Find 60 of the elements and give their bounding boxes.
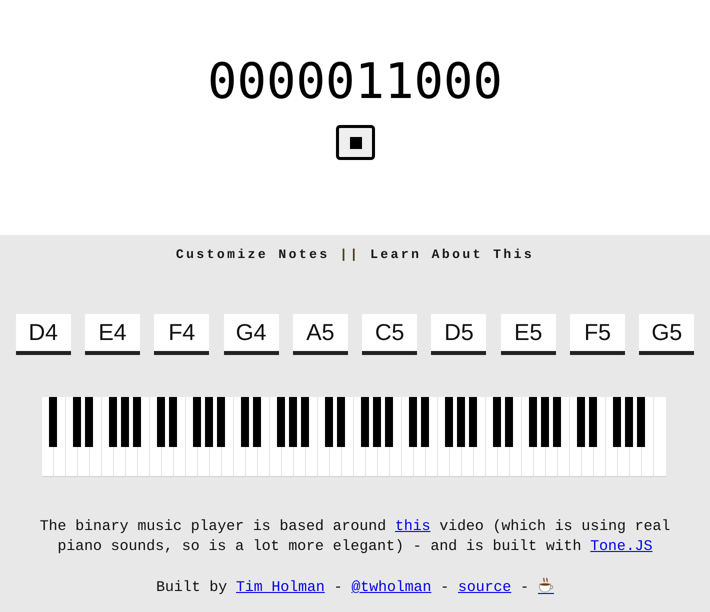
sharp-key <box>157 397 165 447</box>
sharp-key <box>493 397 501 447</box>
coffee-link[interactable] <box>538 577 554 594</box>
note-field[interactable]: F4 <box>154 314 210 355</box>
sharp-key <box>373 397 381 447</box>
sharp-key <box>361 397 369 447</box>
note-field[interactable]: A5 <box>292 314 348 355</box>
sharp-key <box>109 397 117 447</box>
sharp-key <box>301 397 309 447</box>
stop-button[interactable] <box>336 125 375 160</box>
inline-link[interactable]: Tim Holman <box>236 580 325 596</box>
sharp-key <box>421 397 429 447</box>
sharp-key <box>589 397 597 447</box>
sharp-key <box>613 397 621 447</box>
sharp-key <box>469 397 477 447</box>
sharp-key <box>625 397 633 447</box>
nav-separator: || <box>340 247 360 263</box>
coffee-cup-icon <box>538 577 554 593</box>
binary-display: 0000011000 <box>207 52 502 112</box>
inline-link[interactable]: Tone.JS <box>590 539 652 555</box>
sharp-key <box>577 397 585 447</box>
note-field[interactable]: F5 <box>570 314 626 355</box>
credits-text: Built by Tim Holman - @twholman - source - <box>156 577 554 598</box>
sharp-key <box>637 397 645 447</box>
sharp-key <box>169 397 177 447</box>
sharp-key <box>253 397 261 447</box>
inline-link[interactable]: this <box>394 519 430 535</box>
nav-link[interactable]: Learn About This <box>370 247 534 263</box>
note-field[interactable]: G4 <box>224 314 279 355</box>
sharp-key <box>337 397 345 447</box>
note-field[interactable]: E4 <box>84 314 140 355</box>
note-field[interactable]: C5 <box>362 314 418 355</box>
sharp-key <box>553 397 561 447</box>
sharp-key <box>277 397 285 447</box>
sharp-key <box>289 397 297 447</box>
sharp-key <box>445 397 453 447</box>
sharp-key <box>73 397 81 447</box>
sharp-key <box>409 397 417 447</box>
sharp-key <box>49 397 57 447</box>
sharp-key <box>325 397 333 447</box>
sharp-key <box>205 397 213 447</box>
sharp-key <box>385 397 393 447</box>
sharp-key <box>529 397 537 447</box>
sharp-key <box>217 397 225 447</box>
sharp-key <box>193 397 201 447</box>
sharp-key <box>457 397 465 447</box>
sharp-key <box>505 397 513 447</box>
sharp-key <box>85 397 93 447</box>
inline-link[interactable]: source <box>458 580 512 596</box>
note-field[interactable]: E5 <box>500 314 556 355</box>
inline-link[interactable]: @twholman <box>351 580 432 596</box>
about-text: The binary music player is based around this video (which is using real piano sounds, so is a lot more elegant) - and is built with Tone.JS <box>38 518 672 557</box>
sharp-key <box>133 397 141 447</box>
sharp-key <box>121 397 129 447</box>
sharp-key <box>541 397 549 447</box>
note-field[interactable]: D4 <box>16 314 71 355</box>
nav-link[interactable]: Customize Notes <box>176 247 330 263</box>
sharp-key <box>241 397 249 447</box>
note-field[interactable]: G5 <box>639 314 694 355</box>
note-field[interactable]: D5 <box>431 314 486 355</box>
